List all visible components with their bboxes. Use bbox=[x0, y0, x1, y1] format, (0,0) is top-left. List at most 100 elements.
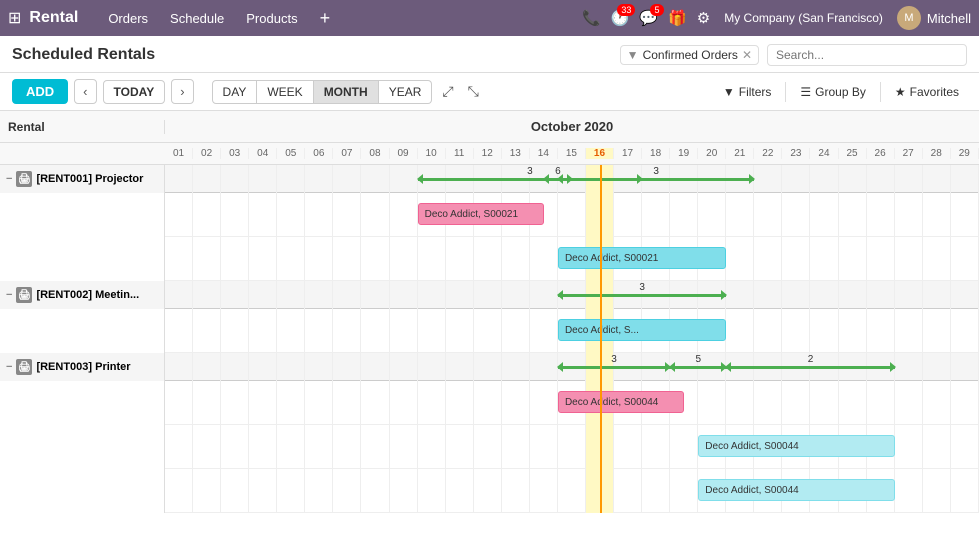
line-label-rent001-group-2: 3 bbox=[653, 166, 659, 177]
event-bar-rent001-sub1-0[interactable]: Deco Addict, S00021 bbox=[418, 203, 544, 225]
bars-area-rent003-group: 352 bbox=[165, 353, 979, 381]
settings-icon[interactable]: ⚙ bbox=[697, 9, 710, 27]
gantt-row-rent002-group: − 🖨 [RENT002] Meetin... 3 bbox=[0, 281, 979, 309]
line-bar-rent001-group-2: 3 bbox=[558, 178, 754, 181]
day-header-18: 18 bbox=[642, 148, 670, 159]
view-day[interactable]: DAY bbox=[212, 80, 258, 104]
today-button[interactable]: TODAY bbox=[103, 80, 166, 104]
day-header-27: 27 bbox=[895, 148, 923, 159]
event-bar-rent003-sub3-0[interactable]: Deco Addict, S00044 bbox=[698, 479, 894, 501]
gift-icon[interactable]: 🎁 bbox=[668, 9, 687, 27]
day-header-03: 03 bbox=[221, 148, 249, 159]
filter-icon: ▼ bbox=[723, 85, 735, 99]
nav-products[interactable]: Products bbox=[236, 7, 307, 30]
row-label-rent002-group[interactable]: − 🖨 [RENT002] Meetin... bbox=[0, 281, 165, 309]
gantt-chart: Rental October 2020 01020304050607080910… bbox=[0, 111, 979, 513]
subheader: Scheduled Rentals ▼ Confirmed Orders ✕ bbox=[0, 36, 979, 73]
chat-icon[interactable]: 💬 5 bbox=[639, 9, 658, 27]
event-bar-rent003-sub2-0[interactable]: Deco Addict, S00044 bbox=[698, 435, 894, 457]
expand-icon[interactable]: ⤢ bbox=[438, 81, 457, 102]
day-header-10: 10 bbox=[418, 148, 446, 159]
bars-area-rent003-sub3: Deco Addict, S00044 bbox=[165, 469, 979, 513]
add-button[interactable]: ADD bbox=[12, 79, 68, 104]
nav-orders[interactable]: Orders bbox=[98, 7, 158, 30]
collapse-icon[interactable]: − bbox=[6, 173, 12, 185]
day-header-29: 29 bbox=[951, 148, 979, 159]
day-header-17: 17 bbox=[614, 148, 642, 159]
row-label-rent003-sub1 bbox=[0, 381, 165, 425]
row-label-rent001-sub2 bbox=[0, 237, 165, 281]
today-line bbox=[600, 381, 602, 425]
main-nav: Orders Schedule Products bbox=[98, 7, 307, 30]
gantt-month-header: Rental October 2020 bbox=[0, 111, 979, 143]
group-by-button[interactable]: ☰ Group By bbox=[792, 81, 873, 103]
add-menu-button[interactable]: + bbox=[312, 8, 339, 29]
day-header-19: 19 bbox=[670, 148, 698, 159]
group-icon: ☰ bbox=[800, 85, 811, 99]
topbar-icons: 📞 🕐 33 💬 5 🎁 ⚙ bbox=[582, 9, 710, 27]
day-header-05: 05 bbox=[277, 148, 305, 159]
view-year[interactable]: YEAR bbox=[379, 80, 433, 104]
day-header-22: 22 bbox=[754, 148, 782, 159]
day-header-02: 02 bbox=[193, 148, 221, 159]
collapse-icon[interactable]: − bbox=[6, 361, 12, 373]
gantt-row-rent003-group: − 🖨 [RENT003] Printer 352 bbox=[0, 353, 979, 381]
line-bar-rent003-group-0: 3 bbox=[558, 366, 670, 369]
phone-icon[interactable]: 📞 bbox=[582, 9, 601, 27]
day-header-09: 09 bbox=[390, 148, 418, 159]
next-button[interactable]: › bbox=[171, 79, 193, 104]
gantt-row-rent002-sub1: Deco Addict, S... bbox=[0, 309, 979, 353]
view-month[interactable]: MONTH bbox=[314, 80, 379, 104]
day-header-21: 21 bbox=[726, 148, 754, 159]
page-title: Scheduled Rentals bbox=[12, 46, 612, 64]
filters-button[interactable]: ▼ Filters bbox=[715, 81, 780, 103]
row-label-rent001-group[interactable]: − 🖨 [RENT001] Projector bbox=[0, 165, 165, 193]
day-header-23: 23 bbox=[782, 148, 810, 159]
bars-area-rent001-sub2: Deco Addict, S00021 bbox=[165, 237, 979, 281]
gantt-rental-col: Rental bbox=[0, 120, 165, 134]
company-name[interactable]: My Company (San Francisco) bbox=[724, 11, 883, 25]
day-header-14: 14 bbox=[530, 148, 558, 159]
today-line bbox=[600, 281, 602, 309]
event-bar-rent003-sub1-0[interactable]: Deco Addict, S00044 bbox=[558, 391, 684, 413]
collapse-icon[interactable]: ⤡ bbox=[464, 81, 483, 102]
event-bar-rent002-sub1-0[interactable]: Deco Addict, S... bbox=[558, 319, 726, 341]
today-line bbox=[600, 309, 602, 353]
product-icon: 🖨 bbox=[16, 171, 32, 187]
row-label-text: [RENT001] Projector bbox=[36, 173, 143, 185]
gantt-month-title: October 2020 bbox=[165, 119, 979, 134]
event-bar-rent001-sub2-0[interactable]: Deco Addict, S00021 bbox=[558, 247, 726, 269]
bars-area-rent003-sub1: Deco Addict, S00044 bbox=[165, 381, 979, 425]
day-header-15: 15 bbox=[558, 148, 586, 159]
gantt-days-header: 0102030405060708091011121314151617181920… bbox=[0, 143, 979, 165]
topbar: ⊞ Rental Orders Schedule Products + 📞 🕐 … bbox=[0, 0, 979, 36]
today-line bbox=[600, 237, 602, 281]
line-label-rent002-group-0: 3 bbox=[639, 282, 645, 293]
today-line bbox=[600, 425, 602, 469]
view-week[interactable]: WEEK bbox=[257, 80, 313, 104]
day-header-08: 08 bbox=[361, 148, 389, 159]
gantt-row-rent003-sub3: Deco Addict, S00044 bbox=[0, 469, 979, 513]
nav-schedule[interactable]: Schedule bbox=[160, 7, 234, 30]
search-input[interactable] bbox=[767, 44, 967, 66]
day-header-16: 16 bbox=[586, 148, 614, 159]
bars-area-rent001-group: 363 bbox=[165, 165, 979, 193]
line-bar-rent002-group-0: 3 bbox=[558, 294, 726, 297]
gantt-row-rent003-sub2: Deco Addict, S00044 bbox=[0, 425, 979, 469]
row-label-rent003-sub3 bbox=[0, 469, 165, 513]
favorites-button[interactable]: ★ Favorites bbox=[887, 81, 967, 103]
line-bar-rent003-group-1: 5 bbox=[670, 366, 726, 369]
day-header-20: 20 bbox=[698, 148, 726, 159]
row-label-rent003-group[interactable]: − 🖨 [RENT003] Printer bbox=[0, 353, 165, 381]
collapse-icon[interactable]: − bbox=[6, 289, 12, 301]
clock-icon[interactable]: 🕐 33 bbox=[611, 9, 630, 27]
bars-area-rent002-sub1: Deco Addict, S... bbox=[165, 309, 979, 353]
gantt-row-rent001-group: − 🖨 [RENT001] Projector 363 bbox=[0, 165, 979, 193]
grid-icon[interactable]: ⊞ bbox=[8, 8, 21, 28]
row-label-rent003-sub2 bbox=[0, 425, 165, 469]
user-menu[interactable]: M Mitchell bbox=[897, 6, 971, 30]
line-label-rent003-group-1: 5 bbox=[696, 354, 702, 365]
filter-remove-button[interactable]: ✕ bbox=[742, 48, 752, 62]
gantt-row-rent001-sub1: Deco Addict, S00021 bbox=[0, 193, 979, 237]
prev-button[interactable]: ‹ bbox=[74, 79, 96, 104]
